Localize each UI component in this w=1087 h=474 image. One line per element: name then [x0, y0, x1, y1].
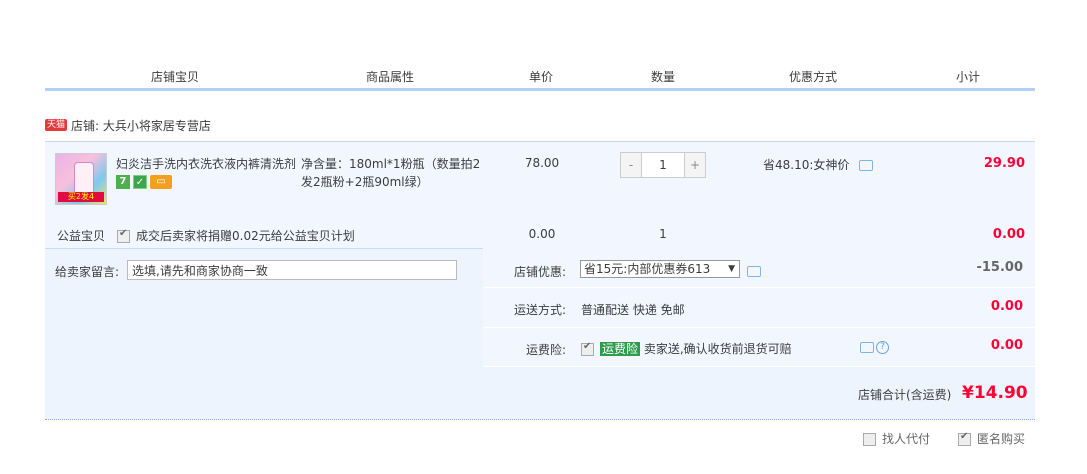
discount-text: 省48.10:女神价: [763, 158, 850, 172]
service-badges: 7 ✓ ▭: [116, 175, 172, 189]
col-header-price: 单价: [528, 70, 553, 84]
insurance-info: 运费险 卖家送,确认收货前退货可赔: [581, 340, 792, 357]
shipping-amount: 0.00: [990, 299, 1023, 314]
quantity-stepper: - 1 +: [620, 152, 706, 178]
charity-subtotal: 0.00: [992, 227, 1025, 242]
unit-price: 78.00: [524, 156, 560, 170]
coupon-selected-value: 省15元:内部优惠券613: [584, 262, 711, 276]
shipping-method: 普通配送 快递 免邮: [581, 303, 685, 317]
col-header-item: 店铺宝贝: [150, 70, 199, 84]
shop-total-amount: ¥14.90: [962, 383, 1028, 403]
insurance-label: 运费险:: [525, 343, 566, 357]
item-subtotal: 29.90: [983, 156, 1025, 171]
discount-info: 省48.10:女神价: [763, 156, 874, 173]
charity-checkbox[interactable]: [117, 228, 130, 243]
charity-quantity: 1: [659, 227, 667, 241]
help-icon[interactable]: ?: [876, 341, 889, 354]
shop-discount-label: 店铺优惠:: [513, 265, 566, 279]
col-header-subtotal: 小计: [955, 70, 980, 84]
quantity-minus-button[interactable]: -: [621, 153, 641, 177]
charity-label: 公益宝贝: [57, 229, 106, 243]
thumbnail-promo: 买2发4: [58, 192, 104, 202]
shop-discount-amount: -15.00: [976, 260, 1023, 275]
product-attributes: 净含量：180ml*1粉瓶（数量拍2发2瓶粉+2瓶90ml绿）: [301, 157, 481, 189]
seven-day-return-icon[interactable]: 7: [116, 175, 130, 189]
shop-title: 天猫 店铺: 大兵小将家居专营店: [45, 117, 211, 133]
insurance-amount: 0.00: [990, 338, 1023, 353]
comment-icon[interactable]: [859, 160, 874, 171]
col-header-quantity: 数量: [650, 70, 675, 84]
quantity-input[interactable]: 1: [641, 153, 685, 177]
shop-total-label: 店铺合计(含运费): [858, 388, 952, 402]
product-title-link[interactable]: 妇炎洁手洗内衣洗衣液内裤清洗剂: [116, 155, 300, 172]
credit-card-icon[interactable]: ▭: [150, 175, 172, 189]
shipping-label: 运送方式:: [513, 303, 566, 317]
col-header-attributes: 商品属性: [365, 70, 414, 84]
col-header-discount: 优惠方式: [788, 70, 837, 84]
product-thumbnail[interactable]: 买2发4: [55, 153, 107, 205]
shop-name-link[interactable]: 店铺: 大兵小将家居专营店: [71, 117, 211, 134]
pay-for-me-checkbox[interactable]: [863, 433, 876, 446]
comment-icon[interactable]: [747, 266, 761, 277]
charity-info: 成交后卖家将捐赠0.02元给公益宝贝计划: [117, 227, 355, 244]
anonymous-label: 匿名购买: [977, 432, 1026, 446]
quantity-plus-button[interactable]: +: [685, 153, 705, 177]
comment-icon[interactable]: [860, 342, 874, 353]
anonymous-option[interactable]: 匿名购买: [958, 430, 1025, 447]
guarantee-icon[interactable]: ✓: [133, 175, 147, 189]
message-label: 给卖家留言:: [55, 265, 120, 279]
coupon-select[interactable]: 省15元:内部优惠券613 ▼: [580, 260, 740, 278]
pay-for-me-label: 找人代付: [882, 432, 931, 446]
anonymous-checkbox[interactable]: [958, 431, 971, 446]
pay-for-me-option[interactable]: 找人代付: [863, 430, 930, 447]
cart-table-header: 店铺宝贝 商品属性 单价 数量 优惠方式 小计: [45, 62, 1035, 91]
message-to-seller-input[interactable]: [127, 260, 457, 280]
tmall-badge: 天猫: [45, 119, 68, 131]
insurance-checkbox[interactable]: [581, 341, 594, 356]
insurance-help: ?: [860, 341, 889, 354]
insurance-tag: 运费险: [600, 342, 641, 356]
charity-text: 成交后卖家将捐赠0.02元给公益宝贝计划: [136, 229, 355, 243]
insurance-text: 卖家送,确认收货前退货可赔: [643, 342, 792, 356]
charity-price: 0.00: [528, 227, 556, 241]
chevron-down-icon: ▼: [728, 264, 735, 274]
